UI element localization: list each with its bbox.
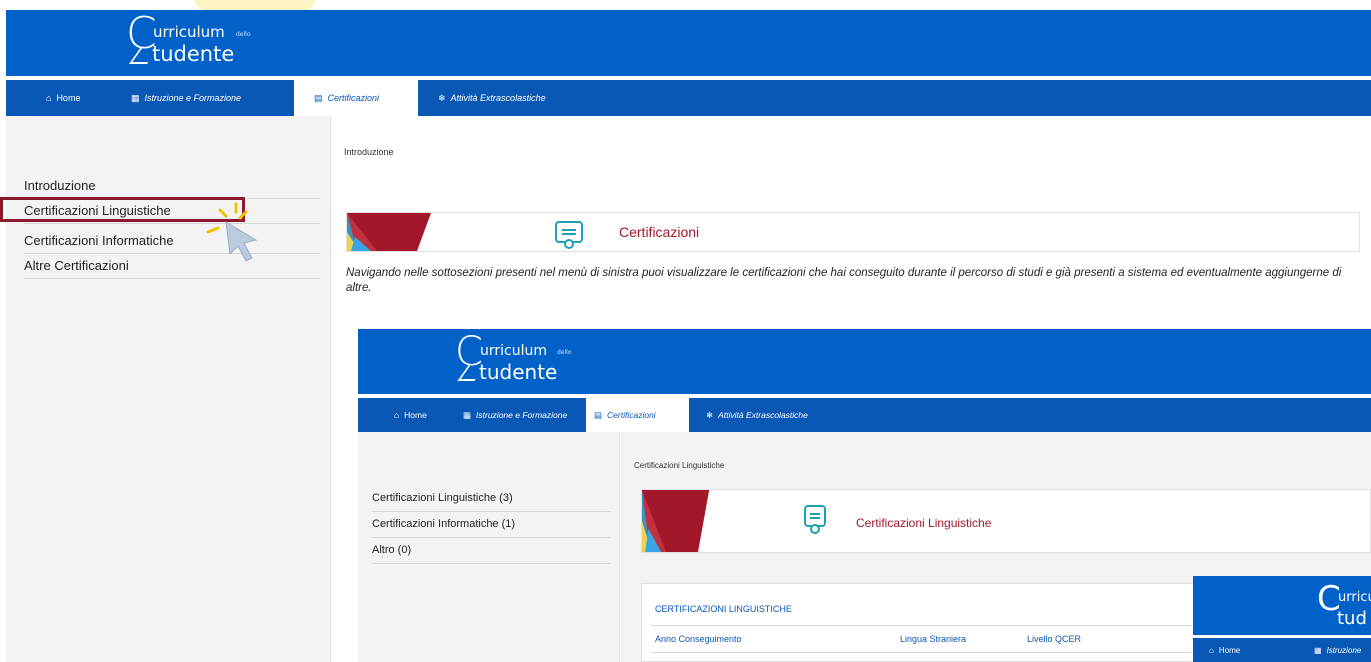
certificate-icon: ▤ [594, 409, 603, 420]
inner-nav-certificazioni[interactable]: ▤ Certificazioni [586, 398, 689, 432]
home-icon: ⌂ [1209, 645, 1214, 655]
inner-header-bar: C urriculum dello tudente [358, 329, 1371, 394]
main-nav: ⌂ Home ▦ Istruzione e Formazione ▤ Certi… [6, 80, 1371, 116]
building-icon: ▦ [463, 409, 472, 420]
nested-nav-home[interactable]: ⌂ Home [1209, 638, 1240, 662]
nav-attivita[interactable]: ❄ Attività Extrascolastiche [438, 80, 546, 116]
inner-nav-istruzione[interactable]: ▦ Istruzione e Formazione [463, 398, 567, 432]
inner-screenshot: C urriculum dello tudente ⌂ Home ▦ Istru… [358, 329, 1371, 662]
inner-logo[interactable]: C urriculum dello tudente [455, 332, 615, 392]
inner-breadcrumb: Certificazioni Linguistiche [634, 461, 725, 470]
sidebar-item-altre-certificazioni[interactable]: Altre Certificazioni [24, 256, 320, 279]
inner-nav-home-label: Home [404, 410, 427, 420]
click-cursor-icon [206, 202, 258, 262]
top-left-glow [195, 0, 315, 10]
snowflake-icon: ❄ [438, 92, 446, 103]
inner-logo-word-studente: tudente [479, 360, 558, 384]
nav-certificazioni-label: Certificazioni [327, 93, 380, 103]
inner-table-header-line [651, 625, 1191, 626]
nested-nav: ⌂ Home ▦ Istruzione [1193, 638, 1371, 662]
header-bar: C urriculum dello tudente [6, 10, 1371, 76]
color-stripes [347, 213, 431, 251]
nav-certificazioni[interactable]: ▤ Certificazioni [294, 80, 418, 116]
medal-icon [564, 239, 574, 249]
logo-word-curriculum: urriculum [153, 23, 225, 41]
inner-nav-istruzione-label: Istruzione e Formazione [476, 410, 568, 420]
inner-table-title: CERTIFICAZIONI LINGUISTICHE [655, 604, 792, 614]
nested-nav-istruzione[interactable]: ▦ Istruzione [1314, 638, 1361, 662]
nested-logo-word2: tud [1337, 608, 1367, 629]
nav-istruzione[interactable]: ▦ Istruzione e Formazione [131, 80, 241, 116]
nav-istruzione-label: Istruzione e Formazione [144, 93, 242, 103]
inner-color-stripes [642, 490, 710, 552]
inner-nav: ⌂ Home ▦ Istruzione e Formazione ▤ Certi… [358, 398, 1371, 432]
banner-title: Certificazioni [619, 224, 700, 240]
nested-nav-home-label: Home [1218, 645, 1241, 655]
nested-nav-istruzione-label: Istruzione [1326, 645, 1362, 655]
col-anno[interactable]: Anno Conseguimento [655, 634, 742, 644]
col-lingua[interactable]: Lingua Straniera [900, 634, 966, 644]
snowflake-icon: ❄ [706, 409, 714, 420]
inner-sidebar-item-informatiche[interactable]: Certificazioni Informatiche (1) [372, 518, 611, 538]
sidebar-item-introduzione[interactable]: Introduzione [24, 176, 320, 199]
nav-attivita-label: Attività Extrascolastiche [450, 93, 546, 103]
inner-nav-certificazioni-label: Certificazioni [607, 410, 656, 420]
inner-sidebar-item-linguistiche[interactable]: Certificazioni Linguistiche (3) [372, 492, 611, 512]
inner-medal-icon [810, 524, 820, 534]
inner-banner-title: Certificazioni Linguistiche [856, 516, 992, 530]
inner-table-row-line [651, 652, 1191, 653]
breadcrumb: Introduzione [344, 147, 394, 157]
inner-nav-attivita[interactable]: ❄ Attività Extrascolastiche [706, 398, 808, 432]
inner-logo-word-curriculum: urriculum [480, 343, 547, 359]
inner-banner: Certificazioni Linguistiche [641, 489, 1371, 553]
inner-nav-attivita-label: Attività Extrascolastiche [718, 410, 808, 420]
home-icon: ⌂ [394, 410, 400, 420]
inner-nav-home[interactable]: ⌂ Home [394, 398, 427, 432]
nested-screenshot: C urricu tud ⌂ Home ▦ Istruzione [1193, 576, 1371, 662]
building-icon: ▦ [1314, 645, 1322, 655]
building-icon: ▦ [131, 92, 140, 103]
nav-home-label: Home [56, 93, 81, 103]
logo-dello: dello [236, 31, 251, 38]
nested-header-bar: C urricu tud [1193, 576, 1371, 635]
certificazioni-banner: Certificazioni [346, 212, 1360, 252]
nav-home[interactable]: ⌂ Home [46, 80, 80, 116]
inner-sidebar-item-altro[interactable]: Altro (0) [372, 544, 611, 564]
logo[interactable]: C urriculum dello tudente [126, 12, 286, 74]
intro-description: Navigando nelle sottosezioni presenti ne… [346, 267, 1342, 294]
logo-word-studente: tudente [152, 42, 235, 66]
home-icon: ⌂ [46, 93, 52, 103]
col-livello[interactable]: Livello QCER [1027, 634, 1081, 644]
certificate-icon: ▤ [314, 92, 323, 103]
nested-logo-word1: urricu [1338, 590, 1371, 605]
sidebar-item-certificazioni-informatiche[interactable]: Certificazioni Informatiche [24, 231, 320, 254]
inner-logo-dello: dello [557, 349, 572, 356]
